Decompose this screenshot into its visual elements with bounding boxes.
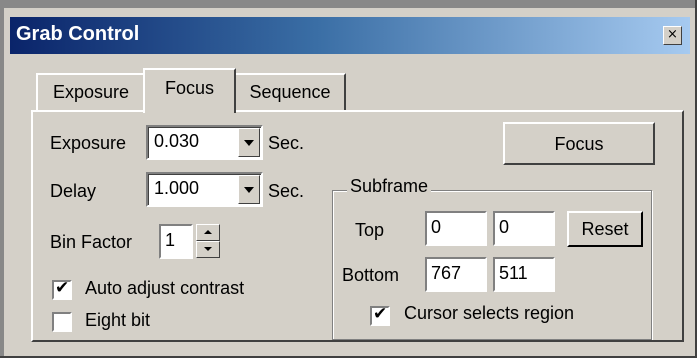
tab-focus-label: Focus [164, 78, 215, 98]
tab-exposure-label: Exposure [52, 82, 130, 102]
tab-sequence-label: Sequence [249, 82, 331, 102]
tab-exposure[interactable]: Exposure [36, 73, 146, 111]
tab-sequence[interactable]: Sequence [234, 73, 346, 111]
focus-tab-panel [31, 110, 684, 342]
tab-focus[interactable]: Focus [143, 68, 236, 113]
window-title: Grab Control [16, 23, 140, 45]
close-button[interactable]: × [663, 26, 682, 45]
close-icon: × [667, 27, 678, 42]
title-bar[interactable]: Grab Control × [10, 17, 690, 54]
